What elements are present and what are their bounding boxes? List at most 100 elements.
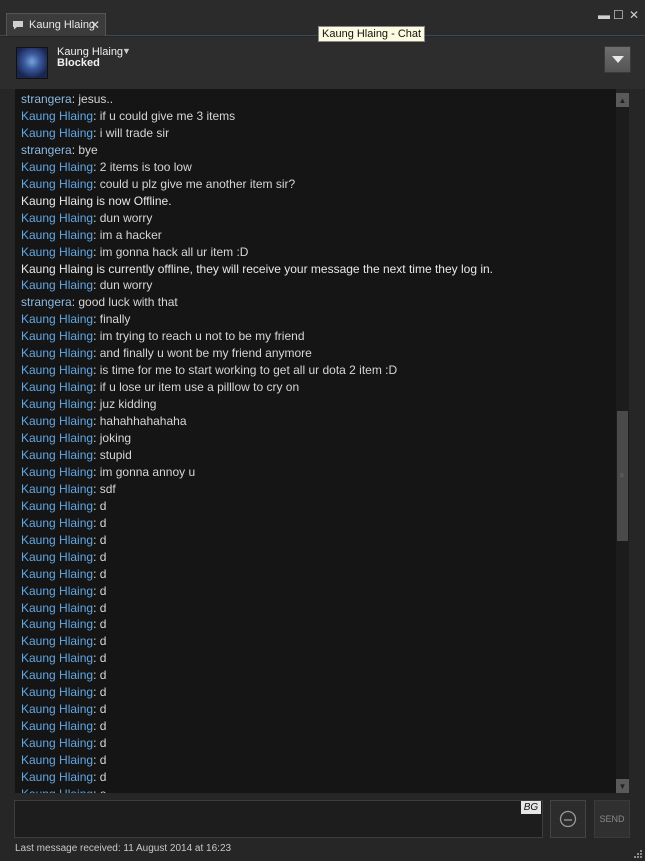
chat-message: Kaung Hlaing: d	[21, 532, 106, 549]
message-sender[interactable]: Kaung Hlaing	[21, 228, 93, 242]
message-text: : d	[93, 600, 107, 615]
message-sender[interactable]: Kaung Hlaing	[21, 550, 93, 564]
message-text: : d	[93, 617, 107, 632]
chat-options-button[interactable]	[604, 46, 631, 73]
message-sender[interactable]: Kaung Hlaing	[21, 601, 93, 615]
message-sender[interactable]: Kaung Hlaing	[21, 702, 93, 716]
message-sender[interactable]: Kaung Hlaing	[21, 414, 93, 428]
chat-tab[interactable]: Kaung Hlaing ✕	[6, 13, 106, 36]
tab-close-button[interactable]: ✕	[90, 18, 100, 32]
message-text: : good luck with that	[71, 295, 178, 310]
message-sender[interactable]: Kaung Hlaing	[21, 312, 93, 326]
message-sender[interactable]: Kaung Hlaing	[21, 685, 93, 699]
chat-message: Kaung Hlaing: im trying to reach u not t…	[21, 328, 305, 345]
tab-tooltip: Kaung Hlaing - Chat	[318, 26, 426, 42]
chat-message: strangera: bye	[21, 142, 98, 159]
message-sender[interactable]: Kaung Hlaing	[21, 787, 93, 793]
message-sender[interactable]: Kaung Hlaing	[21, 160, 93, 174]
message-sender[interactable]: Kaung Hlaing	[21, 211, 93, 225]
message-sender[interactable]: Kaung Hlaing	[21, 617, 93, 631]
message-sender[interactable]: Kaung Hlaing	[21, 668, 93, 682]
message-sender[interactable]: Kaung Hlaing	[21, 245, 93, 259]
chat-message: Kaung Hlaing: is time for me to start wo…	[21, 362, 397, 379]
message-text: : d	[93, 719, 107, 734]
message-text: : d	[93, 753, 107, 768]
message-sender[interactable]: Kaung Hlaing	[21, 177, 93, 191]
chat-message: Kaung Hlaing: d	[21, 718, 106, 735]
chat-bubble-icon	[13, 21, 23, 30]
message-sender[interactable]: Kaung Hlaing	[21, 634, 93, 648]
message-sender[interactable]: Kaung Hlaing	[21, 719, 93, 733]
dropdown-caret-icon[interactable]: ▼	[122, 46, 131, 56]
message-sender[interactable]: Kaung Hlaing	[21, 516, 93, 530]
message-text: : if u lose ur item use a pilllow to cry…	[93, 380, 300, 395]
scroll-up-button[interactable]: ▲	[616, 93, 629, 107]
message-sender[interactable]: Kaung Hlaing	[21, 126, 93, 140]
message-text: : if u could give me 3 items	[93, 108, 236, 123]
message-text: : im a hacker	[93, 227, 162, 242]
chat-message: Kaung Hlaing: sdf	[21, 481, 116, 498]
message-sender[interactable]: Kaung Hlaing	[21, 363, 93, 377]
message-sender[interactable]: Kaung Hlaing	[21, 448, 93, 462]
message-sender[interactable]: Kaung Hlaing	[21, 465, 93, 479]
chat-message: Kaung Hlaing: d	[21, 549, 106, 566]
chat-message: Kaung Hlaing: if u could give me 3 items	[21, 108, 235, 125]
chat-message: Kaung Hlaing: dun worry	[21, 277, 152, 294]
message-text: : sdf	[93, 481, 116, 496]
message-sender[interactable]: Kaung Hlaing	[21, 584, 93, 598]
chat-message: Kaung Hlaing: d	[21, 684, 106, 701]
message-text: : im gonna annoy u	[93, 464, 196, 479]
chat-message: Kaung Hlaing: d	[21, 667, 106, 684]
message-text: : juz kidding	[93, 397, 157, 412]
message-sender[interactable]: Kaung Hlaing	[21, 533, 93, 547]
message-sender[interactable]: Kaung Hlaing	[21, 380, 93, 394]
message-input[interactable]	[14, 800, 543, 838]
message-sender[interactable]: Kaung Hlaing	[21, 736, 93, 750]
message-text: : jesus..	[71, 92, 114, 106]
close-window-button[interactable]: ✕	[629, 9, 639, 21]
message-sender[interactable]: Kaung Hlaing	[21, 651, 93, 665]
chat-log[interactable]: strangera: jesus.. Kaung Hlaing: if u cou…	[15, 89, 616, 793]
message-sender[interactable]: Kaung Hlaing	[21, 109, 93, 123]
message-sender[interactable]: Kaung Hlaing	[21, 431, 93, 445]
avatar[interactable]	[16, 47, 48, 79]
message-text: : could u plz give me another item sir?	[93, 176, 296, 191]
chat-message: Kaung Hlaing: d	[21, 583, 106, 600]
message-text: : 2 items is too low	[93, 159, 192, 174]
message-text: : d	[93, 549, 107, 564]
chat-message: strangera: jesus..	[21, 91, 113, 108]
chat-scrollbar[interactable]: ▲ ≡ ▼	[616, 93, 629, 793]
message-text: : hahahhahahaha	[93, 414, 187, 429]
message-sender[interactable]: Kaung Hlaing	[21, 499, 93, 513]
message-sender[interactable]: Kaung Hlaing	[21, 346, 93, 360]
message-sender[interactable]: Kaung Hlaing	[21, 329, 93, 343]
message-text: : d	[93, 668, 107, 683]
chat-message: Kaung Hlaing: if u lose ur item use a pi…	[21, 379, 299, 396]
message-text: : d	[93, 651, 107, 666]
maximize-button[interactable]: ☐	[613, 9, 624, 21]
chat-message: Kaung Hlaing: and finally u wont be my f…	[21, 345, 312, 362]
message-sender[interactable]: Kaung Hlaing	[21, 278, 93, 292]
emoticon-button[interactable]	[550, 800, 586, 838]
send-button[interactable]: SEND	[594, 800, 630, 838]
message-sender[interactable]: Kaung Hlaing	[21, 482, 93, 496]
message-text: : and finally u wont be my friend anymor…	[93, 346, 312, 361]
tab-title: Kaung Hlaing	[29, 19, 96, 31]
chat-message: Kaung Hlaing: d	[21, 515, 106, 532]
system-message: Kaung Hlaing is currently offline, they …	[21, 261, 494, 276]
message-sender[interactable]: Kaung Hlaing	[21, 770, 93, 784]
scroll-down-button[interactable]: ▼	[616, 779, 629, 793]
minimize-button[interactable]: ▬	[598, 9, 610, 21]
message-sender[interactable]: Kaung Hlaing	[21, 567, 93, 581]
message-text: : joking	[93, 431, 132, 445]
message-sender[interactable]: Kaung Hlaing	[21, 397, 93, 411]
message-sender[interactable]: strangera	[21, 92, 72, 106]
message-sender[interactable]: strangera	[21, 143, 72, 157]
message-text: : i will trade sir	[93, 125, 170, 140]
scroll-thumb[interactable]: ≡	[617, 411, 628, 541]
chat-message: Kaung Hlaing: d	[21, 633, 106, 650]
resize-grip-icon[interactable]	[632, 848, 643, 859]
message-sender[interactable]: strangera	[21, 295, 72, 309]
message-sender[interactable]: Kaung Hlaing	[21, 753, 93, 767]
message-text: : d	[93, 702, 107, 717]
